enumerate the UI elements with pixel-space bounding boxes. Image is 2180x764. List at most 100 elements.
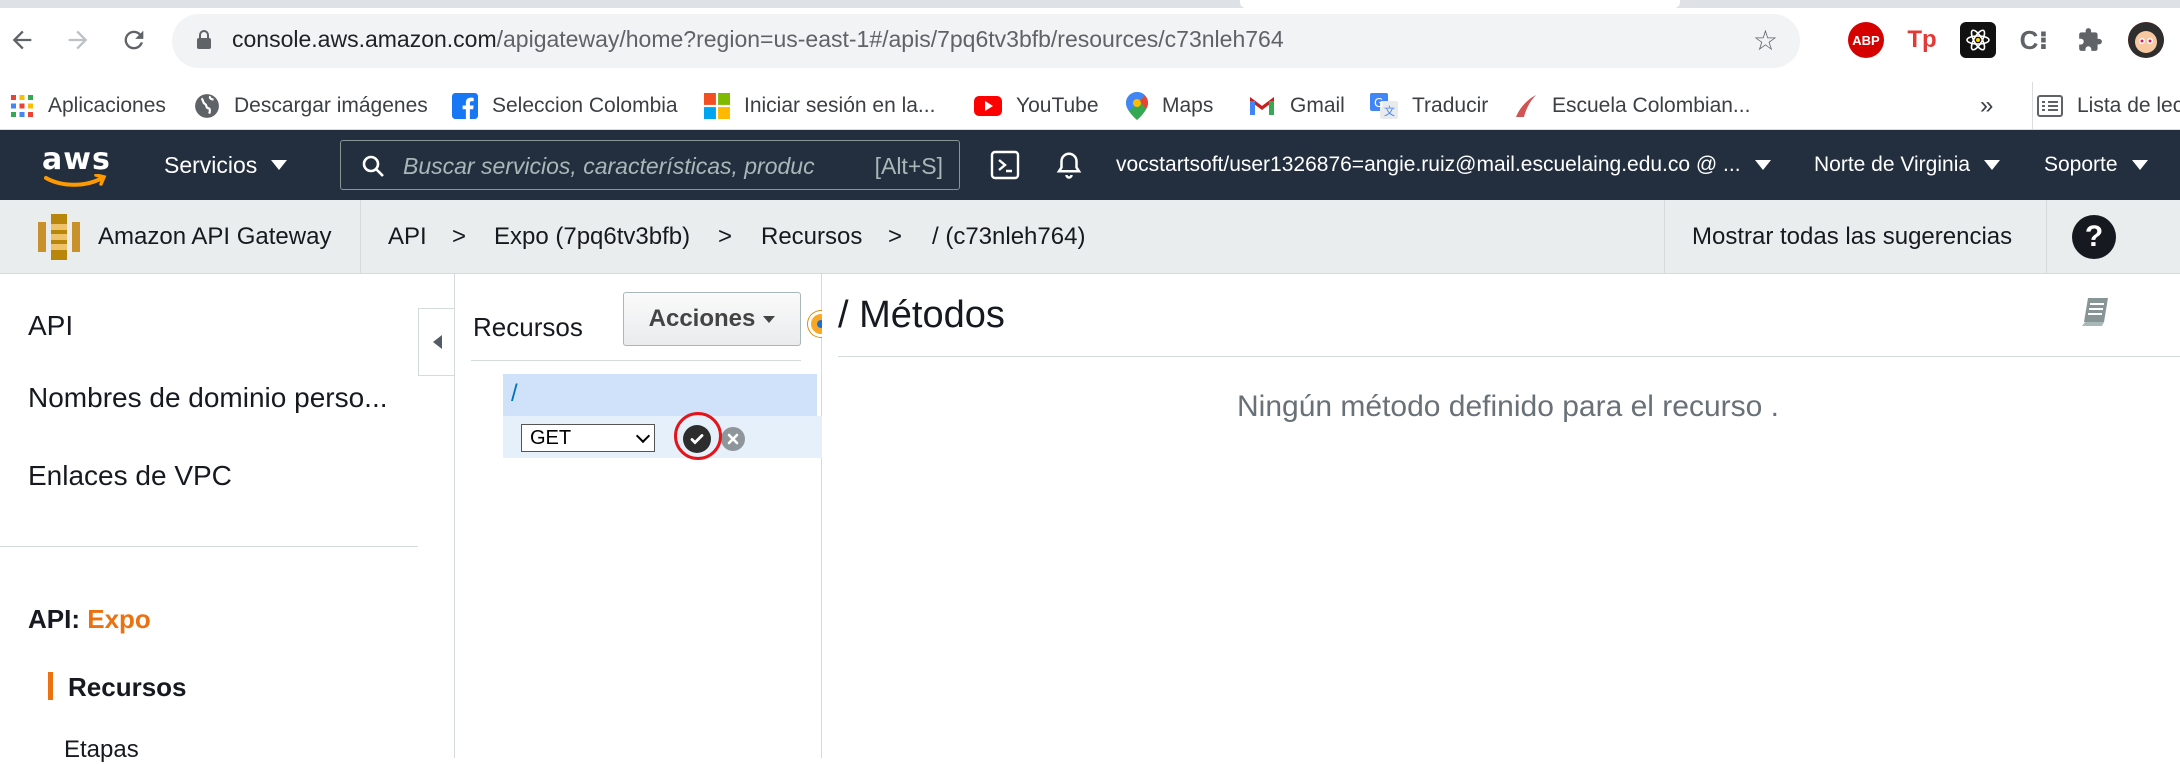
bookmark-aplicaciones[interactable]: Aplicaciones	[10, 82, 166, 130]
api-prefix: API:	[28, 604, 80, 634]
breadcrumb-separator: >	[888, 223, 903, 250]
checkmark-icon	[690, 434, 704, 445]
panel-divider	[471, 360, 801, 361]
atom-extension-icon[interactable]	[1960, 22, 1996, 58]
tp-extension-icon[interactable]: Tp	[1904, 22, 1940, 58]
aws-logo-text: aws	[42, 142, 111, 177]
support-menu[interactable]: Soporte	[2044, 130, 2148, 200]
new-method-row: GET	[503, 412, 823, 460]
nav-item-custom-domains[interactable]: Nombres de dominio perso...	[28, 382, 408, 414]
tab-strip	[0, 0, 2180, 8]
services-label: Servicios	[164, 151, 258, 178]
bookmark-maps[interactable]: Maps	[1126, 82, 1213, 130]
forward-icon[interactable]	[60, 22, 96, 58]
profile-avatar[interactable]	[2128, 22, 2164, 58]
breadcrumb-separator: >	[452, 223, 467, 250]
gmail-icon	[1250, 97, 1274, 115]
chevron-down-icon	[271, 160, 288, 170]
bookmark-youtube[interactable]: YouTube	[974, 82, 1099, 130]
caret-down-icon	[763, 315, 776, 323]
show-all-suggestions-link[interactable]: Mostrar todas las sugerencias	[1692, 200, 2012, 274]
facebook-icon	[452, 93, 478, 119]
aws-top-nav: aws Servicios Buscar servicios, caracter…	[0, 130, 2180, 200]
resource-tree-root[interactable]: /	[503, 374, 817, 416]
browser-toolbar: console.aws.amazon.com/apigateway/home?r…	[0, 0, 2180, 82]
reading-list-button[interactable]: Lista de lec	[2032, 82, 2180, 130]
url-text: console.aws.amazon.com/apigateway/home?r…	[232, 26, 1284, 52]
microsoft-icon	[704, 93, 730, 119]
collapse-nav-button[interactable]	[418, 308, 456, 376]
search-shortcut: [Alt+S]	[874, 153, 943, 179]
aws-smile-icon	[44, 174, 107, 187]
breadcrumb-separator: >	[718, 223, 733, 250]
bookmark-label: Maps	[1162, 94, 1214, 117]
chevron-left-icon	[433, 335, 442, 349]
header-divider	[2046, 200, 2047, 274]
resource-path: /	[511, 380, 518, 407]
bookmark-star-icon[interactable]: ☆	[1753, 24, 1778, 57]
reading-list-label: Lista de lec	[2077, 94, 2180, 117]
nav-item-api[interactable]: API	[28, 310, 408, 342]
bookmark-label: Aplicaciones	[48, 94, 166, 117]
chevron-down-icon	[1984, 160, 2001, 170]
bookmark-escuela-colombiana[interactable]: Escuela Colombian...	[1514, 82, 1750, 130]
bookmark-gmail[interactable]: Gmail	[1248, 82, 1345, 130]
translate-icon: G文	[1370, 93, 1398, 119]
nav-item-resources[interactable]: Recursos	[68, 672, 448, 703]
region-label: Norte de Virginia	[1814, 153, 1971, 176]
reload-icon[interactable]	[116, 22, 152, 58]
header-divider	[360, 200, 361, 274]
nav-item-vpc-links[interactable]: Enlaces de VPC	[28, 460, 408, 492]
actions-dropdown-button[interactable]: Acciones	[623, 292, 801, 346]
page-title: / Métodos	[838, 294, 1005, 336]
api-name-link[interactable]: Expo	[87, 604, 151, 634]
service-header: Amazon API Gateway API > Expo (7pq6tv3bf…	[0, 200, 2180, 274]
lock-icon	[197, 30, 211, 49]
notifications-button[interactable]	[1054, 130, 1084, 200]
bookmark-traducir[interactable]: G文 Traducir	[1370, 82, 1488, 130]
methods-main-panel: / Métodos Ningún método definido para el…	[822, 274, 2180, 758]
method-select[interactable]: GET	[521, 424, 655, 452]
method-value: GET	[530, 426, 572, 449]
escuela-icon	[1516, 95, 1536, 117]
breadcrumb-api-name[interactable]: Expo (7pq6tv3bfb)	[494, 200, 690, 274]
c-extension-icon[interactable]: C⁝	[2016, 22, 2052, 58]
bookmark-label: Descargar imágenes	[234, 94, 428, 117]
apps-grid-icon	[11, 95, 33, 117]
cancel-method-button[interactable]	[721, 427, 745, 451]
support-label: Soporte	[2044, 153, 2118, 176]
service-name: Amazon API Gateway	[98, 223, 332, 250]
bookmark-seleccion-colombia[interactable]: Seleccion Colombia	[452, 82, 678, 130]
chevron-down-icon	[2131, 160, 2148, 170]
bookmark-iniciar-sesion[interactable]: Iniciar sesión en la...	[704, 82, 935, 130]
extensions-puzzle-icon[interactable]	[2072, 22, 2108, 58]
services-menu[interactable]: Servicios	[164, 130, 288, 200]
cloudshell-button[interactable]	[990, 130, 1020, 200]
address-bar[interactable]: console.aws.amazon.com/apigateway/home?r…	[172, 14, 1800, 68]
aws-logo[interactable]: aws	[42, 142, 111, 188]
service-home-link[interactable]: Amazon API Gateway	[38, 200, 331, 274]
empty-methods-message: Ningún método definido para el recurso .	[1237, 390, 1779, 423]
title-divider	[838, 356, 2180, 357]
breadcrumb-api[interactable]: API	[388, 200, 427, 274]
account-label: vocstartsoft/user1326876=angie.ruiz@mail…	[1116, 153, 1741, 176]
adblock-extension-icon[interactable]: ABP	[1848, 22, 1884, 58]
youtube-icon	[974, 96, 1002, 116]
back-icon[interactable]	[4, 22, 40, 58]
maps-icon	[1126, 92, 1148, 120]
region-menu[interactable]: Norte de Virginia	[1814, 130, 2001, 200]
bookmark-descargar-imagenes[interactable]: Descargar imágenes	[194, 82, 428, 130]
resources-title: Recursos	[473, 312, 583, 342]
more-bookmarks-button[interactable]: »	[1980, 82, 1993, 130]
help-button[interactable]: ?	[2072, 200, 2116, 274]
aws-search-input[interactable]: Buscar servicios, características, produ…	[340, 140, 960, 190]
active-tab[interactable]	[1240, 0, 1680, 8]
confirm-method-button[interactable]	[683, 425, 711, 453]
search-placeholder: Buscar servicios, características, produ…	[403, 153, 815, 179]
account-menu[interactable]: vocstartsoft/user1326876=angie.ruiz@mail…	[1116, 130, 1771, 200]
actions-label: Acciones	[648, 305, 756, 332]
nav-item-stages[interactable]: Etapas	[64, 736, 444, 764]
cloudshell-icon	[990, 150, 1020, 180]
documentation-book-icon[interactable]	[2076, 292, 2114, 330]
breadcrumb-resources[interactable]: Recursos	[761, 200, 862, 274]
